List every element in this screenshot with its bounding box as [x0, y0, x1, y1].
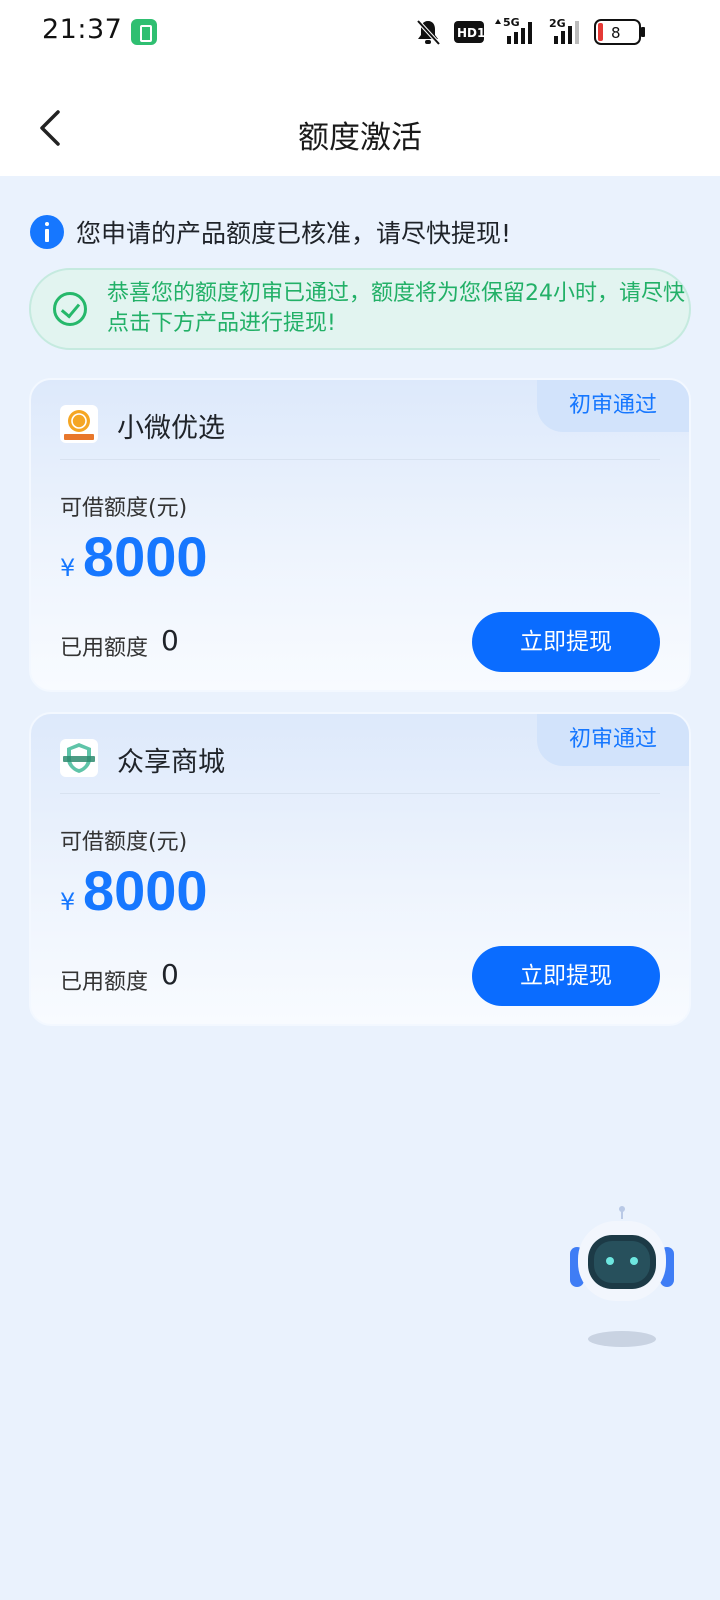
success-banner: 恭喜您的额度初审已通过，额度将为您保留24小时，请尽快点击下方产品进行提现!	[29, 268, 691, 350]
currency-symbol: ¥	[60, 888, 76, 916]
check-circle-icon	[53, 292, 87, 326]
amount-value: 8000	[83, 525, 208, 588]
signal-5g-icon: 5G	[495, 16, 532, 44]
status-badge: 初审通过	[537, 714, 689, 766]
currency-symbol: ¥	[60, 554, 76, 582]
product-name: 众享商城	[117, 747, 225, 778]
product-name: 小微优选	[117, 413, 225, 444]
notice-text: 您申请的产品额度已核准，请尽快提现!	[76, 219, 512, 248]
robot-assistant-icon[interactable]	[570, 1205, 674, 1355]
amount-value: 8000	[83, 859, 208, 922]
product-logo	[60, 739, 98, 777]
withdraw-button[interactable]: 立即提现	[472, 612, 660, 672]
used-label: 已用额度	[60, 970, 149, 995]
status-time: 21:37	[42, 14, 123, 45]
hd-icon: HD1	[454, 21, 484, 43]
status-bar: 21:37 HD1 5G 2G 8	[0, 0, 720, 66]
card-divider	[60, 793, 660, 794]
battery-saver-icon	[131, 19, 157, 45]
success-text: 恭喜您的额度初审已通过，额度将为您保留24小时，请尽快点击下方产品进行提现!	[107, 281, 685, 336]
battery-icon: 8	[594, 19, 645, 45]
withdraw-button[interactable]: 立即提现	[472, 946, 660, 1006]
hd-label: HD1	[457, 26, 484, 40]
used-value: 0	[161, 624, 179, 657]
product-logo	[60, 405, 98, 443]
status-badge: 初审通过	[537, 380, 689, 432]
product-card: 初审通过 众享商城 可借额度(元) ¥ 8000 已用额度 0 立即提现	[29, 712, 691, 1026]
card-divider	[60, 459, 660, 460]
battery-level: 8	[611, 24, 621, 42]
product-card: 初审通过 小微优选 可借额度(元) ¥ 8000 已用额度 0 立即提现	[29, 378, 691, 692]
mute-bell-icon	[416, 19, 441, 46]
amount-label: 可借额度(元)	[60, 830, 188, 855]
page-title: 额度激活	[298, 120, 422, 156]
used-value: 0	[161, 958, 179, 991]
used-label: 已用额度	[60, 636, 149, 661]
amount-label: 可借额度(元)	[60, 496, 188, 521]
info-icon	[30, 215, 64, 249]
network-2-label: 2G	[549, 17, 566, 30]
signal-2g-icon: 2G	[549, 17, 579, 44]
app-header: 额度激活	[0, 66, 720, 176]
approval-notice: 您申请的产品额度已核准，请尽快提现!	[30, 212, 511, 252]
network-1-label: 5G	[503, 16, 520, 29]
